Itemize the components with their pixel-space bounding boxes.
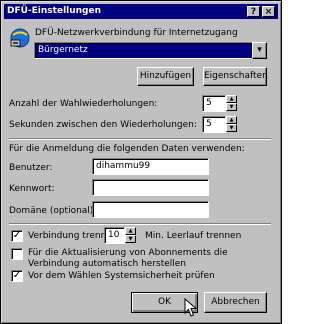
dialog-window: DFÜ-Einstellungen ? × DFÜ-Netzwerkverbin…	[0, 0, 282, 324]
domain-input[interactable]	[92, 201, 209, 218]
redial-attempts-input[interactable]: 5	[202, 95, 226, 112]
cancel-button[interactable]: Abbrechen	[204, 292, 267, 313]
password-input[interactable]	[92, 179, 209, 196]
spin-up-icon[interactable]: ▲	[226, 116, 237, 124]
connection-label: DFÜ-Netzwerkverbindung für Internetzugan…	[35, 28, 238, 38]
security-label: Vor dem Wählen Systemsicherheit prüfen	[28, 271, 215, 281]
user-input[interactable]: dihammu99	[92, 158, 209, 175]
connection-select[interactable]: Bürgernetz ▾	[34, 42, 267, 59]
check-icon: ✓	[12, 270, 22, 281]
spin-down-icon[interactable]: ▼	[226, 103, 237, 111]
check-icon: ✓	[12, 230, 22, 241]
redial-attempts-label: Anzahl der Wahlwiederholungen:	[9, 99, 158, 109]
mouse-cursor-icon	[184, 298, 198, 317]
subscriptions-label: Für die Aktualisierung von Abonnements d…	[28, 248, 228, 269]
connection-selected-value: Bürgernetz	[38, 45, 88, 55]
dialup-connection-icon	[10, 28, 30, 48]
spin-down-icon[interactable]: ▼	[226, 124, 237, 132]
add-button[interactable]: Hinzufügen	[137, 67, 194, 86]
login-intro-label: Für die Anmeldung die folgenden Daten ve…	[9, 144, 245, 154]
title-bar[interactable]: DFÜ-Einstellungen ? ×	[4, 4, 278, 19]
help-button[interactable]: ?	[247, 6, 260, 17]
window-title: DFÜ-Einstellungen	[7, 6, 102, 16]
redial-seconds-label: Sekunden zwischen den Wiederholungen:	[9, 120, 197, 130]
redial-seconds-input[interactable]: 5	[202, 116, 226, 133]
spin-up-icon[interactable]: ▲	[226, 95, 237, 103]
user-label: Benutzer:	[9, 163, 53, 173]
password-label: Kennwort:	[9, 184, 55, 194]
divider	[9, 138, 271, 140]
divider	[9, 223, 271, 225]
disconnect-checkbox[interactable]: ✓	[11, 230, 23, 242]
domain-label: Domäne (optional):	[9, 206, 97, 216]
spin-up-icon[interactable]: ▲	[125, 227, 136, 235]
disconnect-minutes-spinner[interactable]: ▲ ▼	[125, 227, 136, 244]
security-checkbox[interactable]: ✓	[11, 270, 23, 282]
redial-attempts-spinner[interactable]: ▲ ▼	[226, 95, 237, 112]
disconnect-minutes-input[interactable]: 10	[104, 227, 125, 244]
close-button[interactable]: ×	[262, 6, 275, 17]
disconnect-suffix-label: Min. Leerlauf trennen	[145, 231, 242, 241]
subscriptions-checkbox[interactable]	[11, 248, 23, 260]
spin-down-icon[interactable]: ▼	[125, 235, 136, 243]
properties-button[interactable]: Eigenschaften	[203, 67, 268, 86]
redial-seconds-spinner[interactable]: ▲ ▼	[226, 116, 237, 133]
chevron-down-icon[interactable]: ▾	[252, 42, 267, 59]
